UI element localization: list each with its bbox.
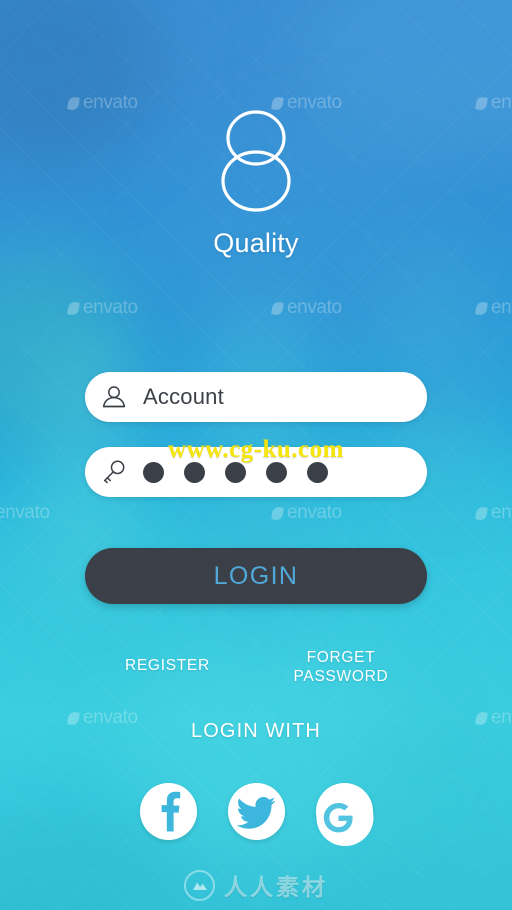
secondary-links: REGISTER FORGET PASSWORD: [85, 648, 427, 694]
social-login-heading: LOGIN WITH: [191, 720, 321, 742]
login-screen: envato envato envato envato envato envat…: [0, 0, 512, 910]
password-dot: [184, 461, 205, 483]
forget-password-link[interactable]: FORGET PASSWORD: [281, 648, 401, 686]
forget-password-line1: FORGET: [306, 649, 376, 666]
account-input[interactable]: Account: [85, 372, 427, 422]
login-button[interactable]: LOGIN: [85, 548, 427, 604]
forget-password-line2: PASSWORD: [293, 668, 389, 685]
google-plus-login-button[interactable]: [315, 783, 373, 846]
person-icon: [85, 384, 143, 410]
social-login-row: [0, 783, 512, 846]
google-plus-icon: [316, 789, 373, 846]
password-dot: [307, 461, 328, 483]
password-input[interactable]: [85, 447, 427, 497]
register-link[interactable]: REGISTER: [125, 656, 210, 675]
account-input-value: Account: [143, 384, 224, 409]
password-masked-dots: [143, 461, 328, 483]
logo-eight-icon: [221, 110, 291, 212]
password-dot: [225, 461, 246, 483]
password-dot: [266, 461, 287, 483]
password-dot: [143, 461, 164, 483]
app-brand-name: Quality: [213, 228, 299, 258]
facebook-icon: [161, 791, 180, 832]
app-logo-block: Quality: [0, 108, 512, 259]
key-icon: [85, 458, 143, 486]
twitter-login-button[interactable]: [227, 783, 285, 840]
twitter-icon: [235, 797, 275, 829]
facebook-login-button[interactable]: [139, 783, 197, 840]
